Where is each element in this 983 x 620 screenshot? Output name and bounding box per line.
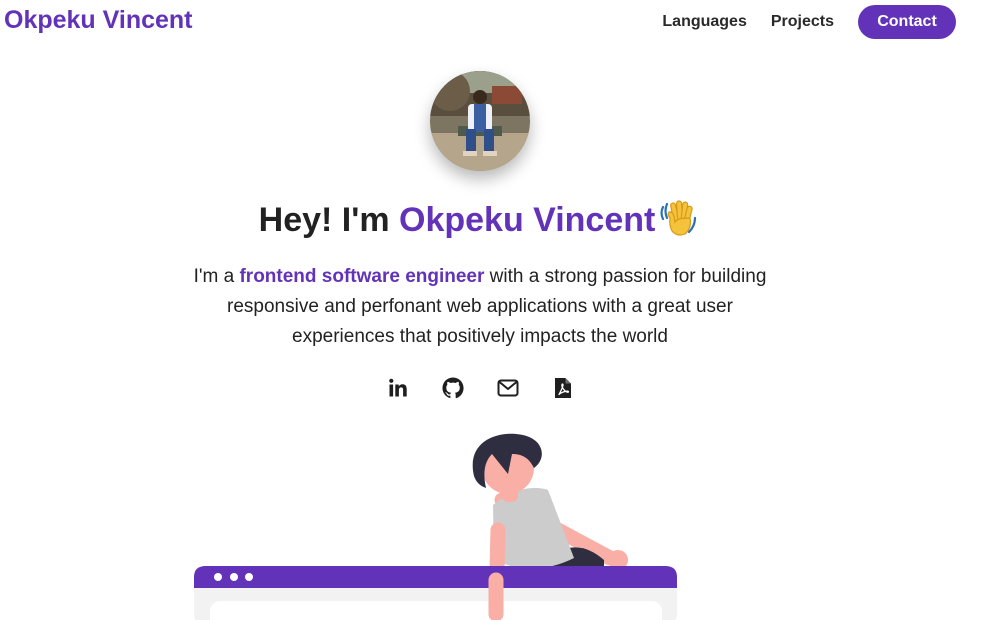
developer-illustration (194, 433, 677, 620)
nav-link-languages[interactable]: Languages (662, 13, 746, 31)
hero-heading: Hey! I'm Okpeku Vincent (0, 198, 958, 247)
waving-hand-icon (659, 198, 699, 247)
pdf-resume-icon (554, 377, 572, 404)
github-icon (442, 376, 464, 404)
intro-prefix: I'm a (193, 266, 240, 287)
github-link[interactable] (440, 376, 466, 404)
top-navigation: Languages Projects Contact (662, 5, 956, 39)
brand-logo-link[interactable]: Okpeku Vincent (4, 6, 193, 35)
window-title-bar (194, 566, 677, 588)
page: Okpeku Vincent Languages Projects Contac… (0, 0, 983, 620)
email-icon (497, 379, 519, 402)
linkedin-icon (388, 378, 408, 403)
hero-heading-name: Okpeku Vincent (399, 201, 656, 239)
contact-button[interactable]: Contact (858, 5, 956, 39)
linkedin-link[interactable] (385, 377, 411, 403)
nav-link-projects[interactable]: Projects (771, 13, 834, 31)
resume-pdf-link[interactable] (550, 377, 576, 403)
social-links (385, 376, 576, 404)
hero-illustration (190, 430, 690, 620)
profile-photo-image (430, 71, 530, 171)
hero-heading-prefix: Hey! I'm (258, 201, 399, 239)
intro-paragraph: I'm a frontend software engineer with a … (180, 262, 780, 352)
profile-photo (430, 71, 530, 171)
intro-highlight: frontend software engineer (239, 266, 485, 287)
email-link[interactable] (495, 377, 521, 403)
